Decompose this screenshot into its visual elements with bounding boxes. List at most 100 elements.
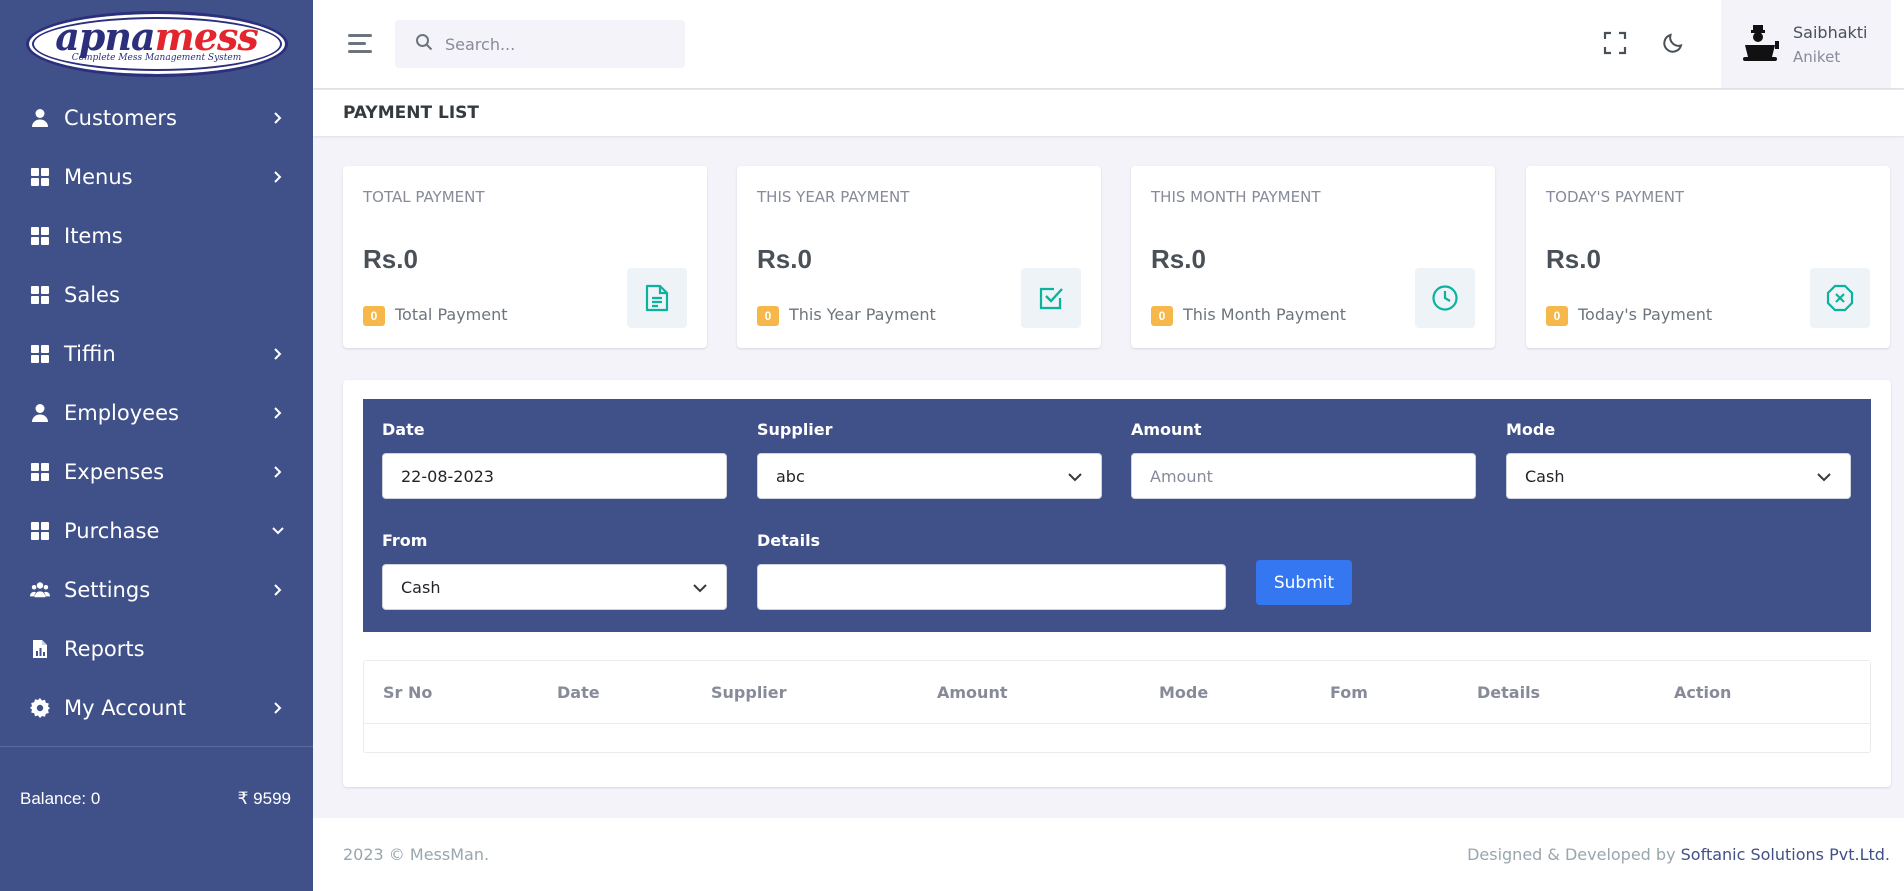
stat-card-this-year-payment: THIS YEAR PAYMENT Rs.0 0 This Year Payme… <box>737 166 1101 348</box>
card-value: Rs.0 <box>1546 244 1601 274</box>
credits-text: Designed & Developed by Softanic Solutio… <box>1467 845 1890 864</box>
mode-label: Mode <box>1506 420 1556 439</box>
sidebar-item-label: Items <box>64 223 123 248</box>
chevron-right-icon <box>271 111 285 125</box>
date-label: Date <box>382 420 425 439</box>
card-subtitle: This Month Payment <box>1183 305 1347 324</box>
sidebar-item-tiffin[interactable]: Tiffin <box>0 324 313 383</box>
payment-form: Date 22-08-2023 Supplier abc Amount Mode… <box>363 399 1871 632</box>
details-field[interactable] <box>757 564 1226 610</box>
mode-value: Cash <box>1525 466 1565 486</box>
chevron-right-icon <box>271 170 285 184</box>
search-icon <box>415 33 433 55</box>
payment-form-card: Date 22-08-2023 Supplier abc Amount Mode… <box>343 380 1891 787</box>
topbar: Saibhakti Aniket <box>313 0 1904 88</box>
sidebar-item-settings[interactable]: Settings <box>0 560 313 619</box>
chevron-down-icon <box>1067 467 1083 486</box>
sidebar: apnamess Complete Mess Management System… <box>0 0 313 891</box>
column-header-from[interactable]: Fom <box>1330 661 1368 724</box>
column-header-sr-no[interactable]: Sr No <box>383 661 432 724</box>
sidebar-item-label: Customers <box>64 105 177 130</box>
search-input[interactable] <box>445 34 665 54</box>
amount-input[interactable] <box>1150 466 1457 486</box>
dashboard-grid-icon <box>30 167 50 187</box>
column-header-details[interactable]: Details <box>1477 661 1540 724</box>
column-header-mode[interactable]: Mode <box>1159 661 1208 724</box>
sidebar-item-label: Purchase <box>64 518 160 543</box>
card-value: Rs.0 <box>363 244 418 274</box>
mode-select[interactable]: Cash <box>1506 453 1851 499</box>
dashboard-grid-icon <box>30 344 50 364</box>
amount-field[interactable] <box>1131 453 1476 499</box>
table-header-row: Sr No Date Supplier Amount Mode Fom Deta… <box>364 661 1870 724</box>
count-badge: 0 <box>1151 306 1173 326</box>
user-profile[interactable]: Saibhakti Aniket <box>1721 0 1891 88</box>
sidebar-item-customers[interactable]: Customers <box>0 88 313 147</box>
sidebar-item-expenses[interactable]: Expenses <box>0 442 313 501</box>
dashboard-grid-icon <box>30 462 50 482</box>
balance-amount: ₹ 9599 <box>237 789 291 808</box>
user-icon <box>30 108 50 128</box>
chevron-right-icon <box>271 406 285 420</box>
brand-logo[interactable]: apnamess Complete Mess Management System <box>25 11 288 77</box>
count-badge: 0 <box>1546 306 1568 326</box>
user-subtitle: Aniket <box>1793 47 1841 66</box>
count-badge: 0 <box>757 306 779 326</box>
balance-label: Balance: 0 <box>20 789 101 808</box>
card-title: THIS MONTH PAYMENT <box>1151 188 1321 206</box>
supplier-value: abc <box>776 466 805 486</box>
users-group-icon <box>30 580 50 600</box>
sidebar-item-purchase[interactable]: Purchase <box>0 501 313 560</box>
sidebar-item-sales[interactable]: Sales <box>0 265 313 324</box>
sidebar-item-items[interactable]: Items <box>0 206 313 265</box>
chevron-down-icon <box>692 578 708 597</box>
column-header-supplier[interactable]: Supplier <box>711 661 787 724</box>
sidebar-item-label: Sales <box>64 282 120 307</box>
sidebar-item-my-account[interactable]: My Account <box>0 678 313 737</box>
avatar <box>1739 23 1781 65</box>
chevron-right-icon <box>271 347 285 361</box>
card-value: Rs.0 <box>757 244 812 274</box>
supplier-select[interactable]: abc <box>757 453 1102 499</box>
sidebar-item-employees[interactable]: Employees <box>0 383 313 442</box>
stat-card-this-month-payment: THIS MONTH PAYMENT Rs.0 0 This Month Pay… <box>1131 166 1495 348</box>
page-title-bar: PAYMENT LIST <box>313 90 1904 136</box>
moon-icon[interactable] <box>1658 28 1688 58</box>
sidebar-item-label: Tiffin <box>64 341 116 366</box>
logo-area: apnamess Complete Mess Management System <box>0 0 313 88</box>
user-icon <box>30 403 50 423</box>
dashboard-grid-icon <box>30 521 50 541</box>
details-input[interactable] <box>776 577 1207 597</box>
sidebar-item-label: Reports <box>64 636 145 661</box>
developer-link[interactable]: Softanic Solutions Pvt.Ltd. <box>1681 845 1890 864</box>
sidebar-item-menus[interactable]: Menus <box>0 147 313 206</box>
column-header-amount[interactable]: Amount <box>937 661 1007 724</box>
column-header-date[interactable]: Date <box>557 661 600 724</box>
stat-card-total-payment: TOTAL PAYMENT Rs.0 0 Total Payment <box>343 166 707 348</box>
sidebar-item-label: My Account <box>64 695 187 720</box>
user-name: Saibhakti <box>1793 22 1868 42</box>
chevron-right-icon <box>271 701 285 715</box>
card-title: TOTAL PAYMENT <box>363 188 485 206</box>
sidebar-item-reports[interactable]: Reports <box>0 619 313 678</box>
column-header-action[interactable]: Action <box>1674 661 1731 724</box>
fullscreen-icon[interactable] <box>1600 28 1630 58</box>
stat-card-todays-payment: TODAY'S PAYMENT Rs.0 0 Today's Payment <box>1526 166 1890 348</box>
gear-icon <box>30 697 50 718</box>
submit-button[interactable]: Submit <box>1256 560 1352 605</box>
chevron-right-icon <box>271 583 285 597</box>
hamburger-menu-icon[interactable] <box>348 32 374 54</box>
dashboard-grid-icon <box>30 226 50 246</box>
sidebar-item-label: Expenses <box>64 459 165 484</box>
from-select[interactable]: Cash <box>382 564 727 610</box>
date-field[interactable]: 22-08-2023 <box>382 453 727 499</box>
clock-icon <box>1415 268 1475 328</box>
sidebar-item-label: Menus <box>64 164 133 189</box>
dashboard-grid-icon <box>30 285 50 305</box>
chevron-right-icon <box>271 465 285 479</box>
from-label: From <box>382 531 428 550</box>
amount-label: Amount <box>1131 420 1202 439</box>
card-title: TODAY'S PAYMENT <box>1546 188 1685 206</box>
checkbox-icon <box>1021 268 1081 328</box>
date-value: 22-08-2023 <box>401 466 494 486</box>
